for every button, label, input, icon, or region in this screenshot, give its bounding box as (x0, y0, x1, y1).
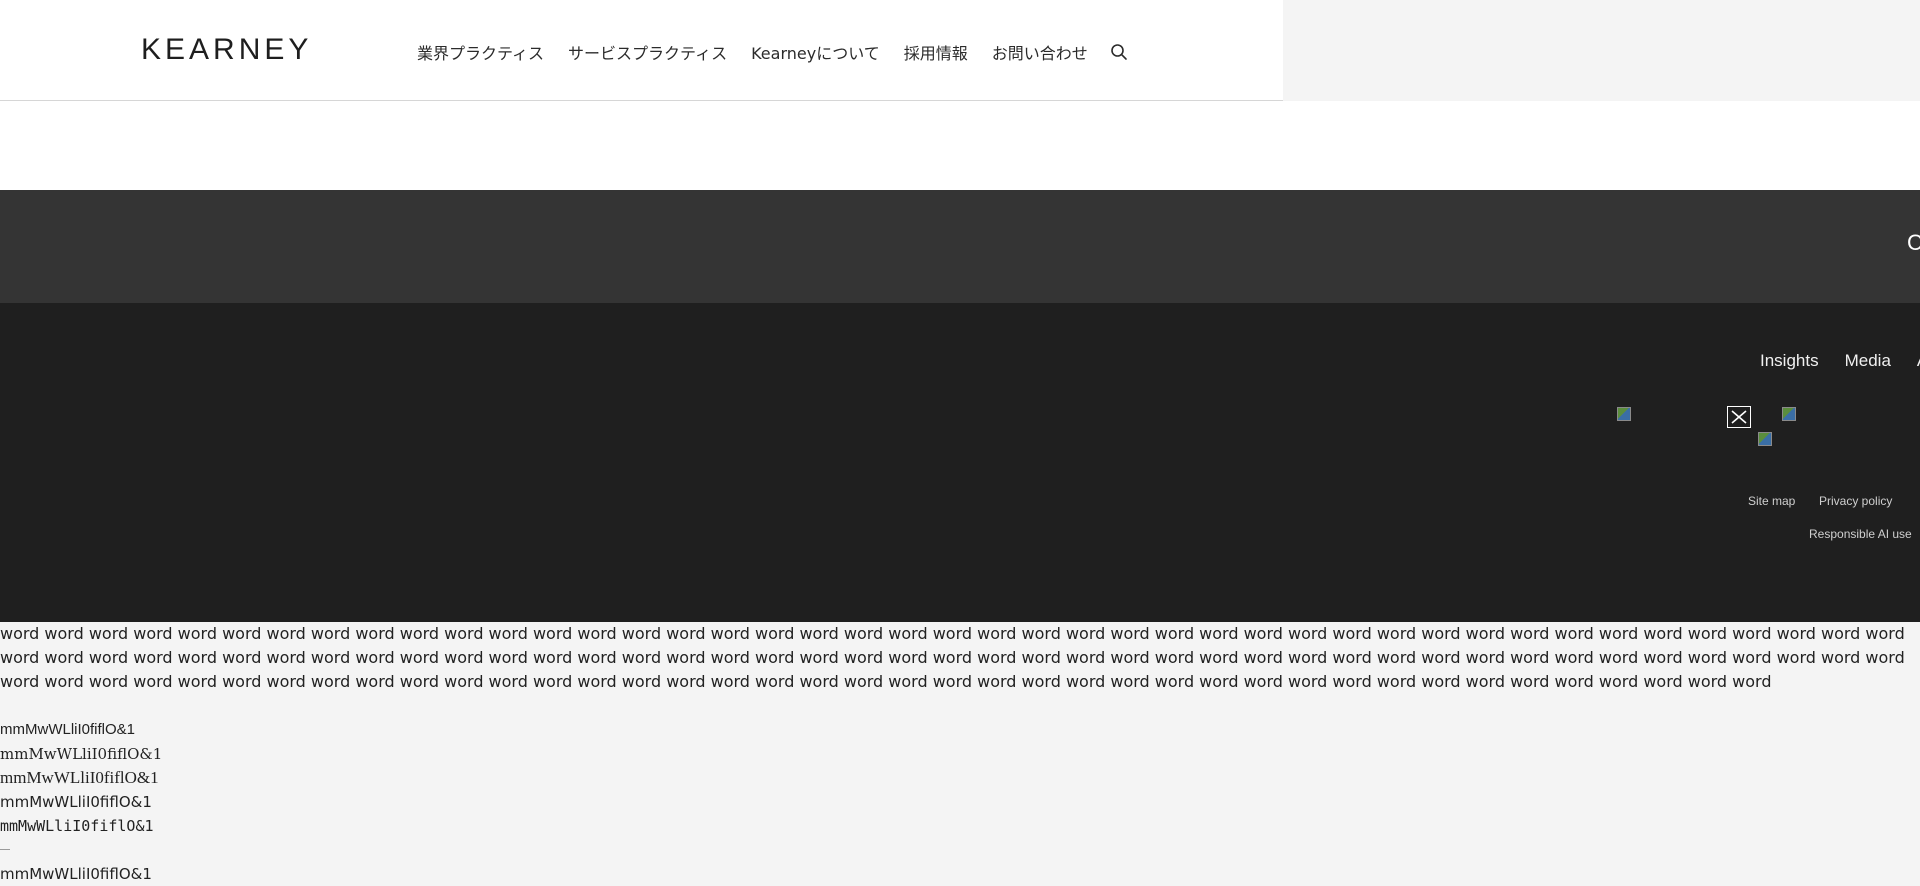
footer-link-sitemap[interactable]: Site map (1748, 494, 1795, 508)
font-sample: mmMwWLliI0fiflO&1 (0, 768, 159, 787)
footer-link-media[interactable]: Media (1845, 351, 1891, 371)
main-nav: 業界プラクティス サービスプラクティス Kearneyについて 採用情報 お問い… (417, 40, 1128, 64)
divider (0, 849, 10, 850)
nav-item-industries[interactable]: 業界プラクティス (417, 40, 544, 64)
social-link-x[interactable] (1727, 406, 1751, 428)
kearney-logo[interactable]: KEARNEY (141, 33, 312, 67)
footer-link-responsible-ai[interactable]: Responsible AI use (1809, 527, 1912, 541)
body-text: word word word word word word word word … (0, 624, 1905, 691)
site-footer: Insights Media A Site map Privacy policy… (0, 303, 1920, 622)
broken-image-icon (1617, 407, 1631, 421)
broken-image-icon (1758, 432, 1772, 446)
font-sample: mmMwWLliI0fiflO&1 (0, 721, 136, 738)
nav-item-careers[interactable]: 採用情報 (904, 40, 968, 64)
search-icon[interactable] (1110, 43, 1128, 61)
footer-link-insights[interactable]: Insights (1760, 351, 1819, 371)
font-sample: mmMwWLliI0fiflO&1 (0, 745, 163, 763)
nav-item-services[interactable]: サービスプラクティス (568, 40, 727, 64)
footer-link-privacy[interactable]: Privacy policy (1819, 494, 1892, 508)
font-sample: mmMwWLliI0fiflO&1 (0, 793, 152, 811)
cta-band-text[interactable]: C (1907, 230, 1920, 256)
x-icon (1727, 406, 1751, 428)
font-sample: mmMwWLliI0fiflO&1 (0, 865, 152, 883)
social-link-3[interactable] (1782, 407, 1796, 421)
nav-item-contact[interactable]: お問い合わせ (992, 40, 1088, 64)
site-header: KEARNEY 業界プラクティス サービスプラクティス Kearneyについて … (0, 0, 1283, 101)
header-spacer (0, 101, 1920, 190)
social-link-4[interactable] (1758, 432, 1772, 446)
footer-nav: Insights Media A (1760, 351, 1920, 371)
broken-image-icon (1782, 407, 1796, 421)
page-body: word word word word word word word word … (0, 622, 1920, 886)
social-link-1[interactable] (1617, 407, 1631, 421)
cta-band (0, 190, 1920, 303)
font-sample: mmMwWLliI0fiflO&1 (0, 817, 154, 835)
nav-item-about[interactable]: Kearneyについて (751, 40, 880, 64)
